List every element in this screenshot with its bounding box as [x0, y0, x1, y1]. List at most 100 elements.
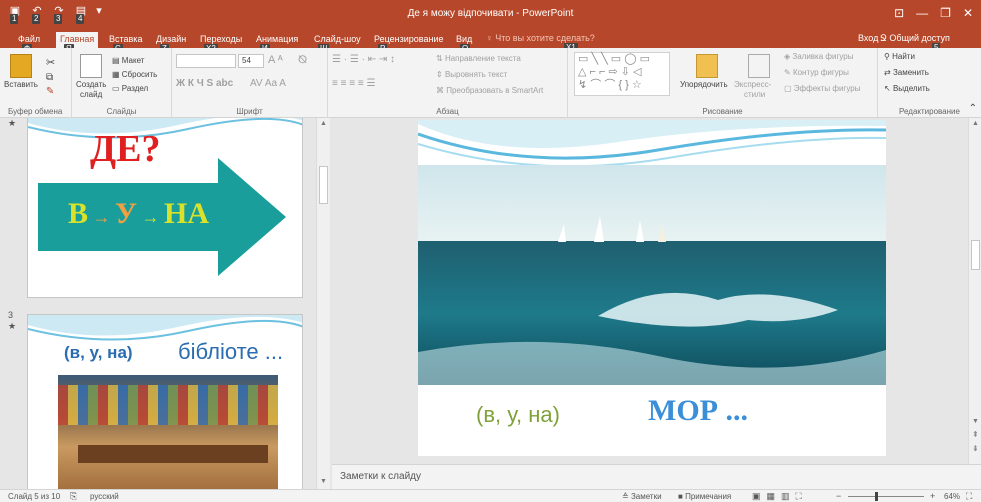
language-indicator[interactable]: русский — [90, 492, 119, 501]
previous-slide-icon[interactable]: ⇞ — [972, 430, 979, 439]
cut-icon[interactable]: ✂ — [46, 56, 55, 69]
slide-thumbnails-panel: ★ ДЕ? В → У → НА 3 ★ (в, у, на) бібліоте… — [0, 118, 316, 489]
scroll-down-icon[interactable]: ▼ — [972, 418, 979, 425]
tell-me-box[interactable]: ♀ Что вы хотите сделать?Х1 — [486, 33, 595, 53]
paste-button[interactable]: Вставить — [4, 80, 38, 89]
quick-styles-button-line2[interactable]: стили — [744, 90, 765, 99]
arrange-icon[interactable] — [696, 54, 718, 78]
share-button[interactable]: Ջ Общий доступ5 — [880, 33, 950, 53]
shape-effects-button[interactable]: ▢ Эффекты фигуры — [784, 84, 860, 93]
tab-transitions[interactable]: ПереходыX2 — [196, 32, 246, 54]
ribbon-tabs: ФайлФ ГлавнаяЯ ВставкаС ДизайнZ Переходы… — [0, 30, 981, 54]
replace-button[interactable]: ⇄ Заменить — [884, 68, 929, 77]
tab-view[interactable]: ВидО — [452, 32, 476, 54]
thumb-word: бібліоте ... — [178, 339, 284, 364]
zoom-slider[interactable] — [848, 492, 924, 501]
notes-pane[interactable]: Заметки к слайду — [332, 464, 981, 489]
find-button[interactable]: ⚲ Найти — [884, 52, 915, 61]
tab-insert[interactable]: ВставкаС — [105, 32, 146, 54]
tab-review[interactable]: РецензированиеР — [370, 32, 448, 54]
spellcheck-icon[interactable]: ⎘ — [70, 491, 77, 502]
font-size-box[interactable]: 54 — [238, 54, 264, 68]
pen-icon: ✎ — [784, 68, 793, 77]
shapes-gallery[interactable]: ▭ ╲ ╲ ▭ ◯ ▭ △ ⌐ ⌐ ⇨ ⇩ ◁ ↯ ⌒ ⌒ { } ☆ — [574, 52, 670, 96]
library-photo — [58, 375, 278, 489]
text-direction-button[interactable]: ⇅ Направление текста — [436, 54, 521, 63]
fit-slide-icon[interactable]: ⛶ — [966, 491, 972, 502]
reset-icon: ▦ — [112, 70, 122, 79]
font-style-buttons[interactable]: Ж К Ч S abc — [176, 78, 233, 89]
layout-button[interactable]: ▤ Макет — [112, 56, 144, 65]
section-button[interactable]: ▭ Раздел — [112, 84, 148, 93]
close-icon[interactable]: ✕ — [963, 6, 973, 20]
reset-button[interactable]: ▦ Сбросить — [112, 70, 157, 79]
group-clipboard: Вставить ✂ ⧉ ✎ Буфер обмена — [0, 48, 72, 118]
new-slide-button-line2[interactable]: слайд — [80, 90, 102, 99]
comments-toggle[interactable]: ■ Примечания — [678, 492, 731, 501]
thumbnails-scrollbar-track[interactable]: ▲ ▼ — [316, 118, 330, 489]
status-bar: Слайд 5 из 10 ⎘ русский ≙ Заметки ■ Прим… — [0, 489, 981, 502]
slide-editor: (в, у, на) МОР ... ▲ ▼ ⇞ ⇟ — [332, 118, 981, 464]
drawing-group-label: Рисование — [702, 107, 743, 116]
group-editing: ⚲ Найти ⇄ Заменить ↖ Выделить Редактиров… — [878, 48, 981, 118]
thumbnails-scroll-thumb[interactable] — [319, 166, 328, 204]
quick-styles-icon[interactable] — [748, 54, 770, 78]
select-button[interactable]: ↖ Выделить — [884, 84, 930, 93]
ribbon: Вставить ✂ ⧉ ✎ Буфер обмена Создать слай… — [0, 48, 981, 118]
scroll-up-icon[interactable]: ▲ — [320, 120, 327, 127]
group-font: 54 A ᴬ ⦰ Ж К Ч S abc AV Aa A Шрифт — [172, 48, 328, 118]
ribbon-display-icon[interactable]: ⊡ — [894, 6, 904, 20]
tab-slideshow[interactable]: Слайд-шоуШ — [310, 32, 365, 54]
editor-scroll-thumb[interactable] — [971, 240, 980, 270]
align-text-button[interactable]: ⇕ Выровнять текст — [436, 70, 507, 79]
sign-in-link[interactable]: Вход — [858, 33, 878, 43]
grow-font-icon[interactable]: A ᴬ — [268, 54, 283, 66]
tab-file[interactable]: ФайлФ — [14, 32, 44, 54]
tab-animations[interactable]: АнимацияИ — [252, 32, 302, 54]
group-paragraph: ☰ · ☰ · ⇤ ⇥ ↕ ≡ ≡ ≡ ≡ ☰ ⇅ Направление те… — [328, 48, 568, 118]
zoom-slider-thumb[interactable] — [875, 492, 878, 501]
new-slide-icon[interactable] — [80, 54, 102, 78]
collapse-ribbon-icon[interactable]: ⌃ — [969, 103, 977, 114]
align-icons[interactable]: ≡ ≡ ≡ ≡ ☰ — [332, 78, 375, 89]
slide-word[interactable]: МОР ... — [648, 394, 748, 428]
tab-home[interactable]: ГлавнаяЯ — [56, 32, 99, 54]
shape-outline-button[interactable]: ✎ Контур фигуры — [784, 68, 849, 77]
zoom-level[interactable]: 64% — [944, 492, 960, 501]
arrange-button[interactable]: Упорядочить — [680, 80, 728, 89]
window-controls: ⊡ — ❐ ✕ — [894, 6, 973, 20]
shape-fill-button[interactable]: ◈ Заливка фигуры — [784, 52, 853, 61]
current-slide[interactable]: (в, у, на) МОР ... — [418, 120, 886, 456]
slide-thumbnail[interactable]: (в, у, на) бібліоте ... — [27, 314, 303, 489]
tab-design[interactable]: ДизайнZ — [152, 32, 190, 54]
zoom-out-icon[interactable]: − — [836, 491, 841, 501]
clipboard-group-label: Буфер обмена — [8, 107, 63, 116]
font-name-box[interactable] — [176, 54, 236, 68]
editor-scrollbar[interactable]: ▲ ▼ ⇞ ⇟ — [968, 118, 981, 464]
char-spacing-icon[interactable]: AV Aa A — [250, 78, 286, 89]
zoom-in-icon[interactable]: + — [930, 491, 935, 501]
bullets-icon[interactable]: ☰ · ☰ · ⇤ ⇥ ↕ — [332, 54, 395, 65]
thumb-prepositions: (в, у, на) — [64, 343, 133, 362]
person-icon: Ջ — [880, 33, 890, 43]
slide-star-icon: ★ — [8, 118, 17, 128]
replace-icon: ⇄ — [884, 68, 893, 77]
thumb-question: ДЕ? — [90, 128, 161, 170]
slide-thumbnail[interactable]: ДЕ? В → У → НА — [27, 118, 303, 298]
effects-icon: ▢ — [784, 84, 794, 93]
slide-prepositions[interactable]: (в, у, на) — [476, 402, 560, 428]
scroll-up-icon[interactable]: ▲ — [972, 120, 979, 127]
new-slide-button-line1[interactable]: Создать — [76, 80, 106, 89]
paste-icon[interactable] — [10, 54, 32, 78]
format-painter-icon[interactable]: ✎ — [46, 86, 54, 97]
smartart-button[interactable]: ⌘ Преобразовать в SmartArt — [436, 86, 543, 95]
view-buttons[interactable]: ▣▦▥⛶ — [752, 491, 808, 502]
notes-toggle[interactable]: ≙ Заметки — [622, 492, 662, 501]
minimize-icon[interactable]: — — [916, 6, 928, 20]
restore-icon[interactable]: ❐ — [940, 6, 951, 20]
copy-icon[interactable]: ⧉ — [46, 72, 53, 83]
quick-styles-button-line1[interactable]: Экспресс- — [734, 80, 771, 89]
next-slide-icon[interactable]: ⇟ — [972, 444, 979, 453]
scroll-down-icon[interactable]: ▼ — [320, 478, 327, 485]
clear-format-icon[interactable]: ⦰ — [298, 54, 307, 67]
